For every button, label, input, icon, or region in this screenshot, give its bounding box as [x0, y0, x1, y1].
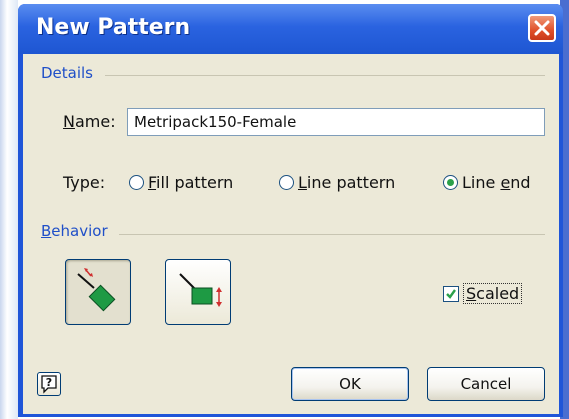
behavior-group-label: Behavior [41, 222, 108, 240]
dialog-body: Details Name: Type: Fill pattern Line pa… [23, 54, 559, 414]
line-end-label[interactable]: Line end [462, 173, 531, 192]
background-window [0, 0, 18, 419]
cancel-button[interactable]: Cancel [427, 367, 545, 401]
title-bar[interactable]: New Pattern [18, 4, 563, 54]
type-label: Type: [63, 173, 106, 192]
line-pattern-radio[interactable] [279, 175, 294, 190]
fill-pattern-label[interactable]: Fill pattern [148, 173, 233, 192]
scaled-label[interactable]: Scaled [463, 283, 523, 304]
name-label: Name: [63, 112, 116, 131]
details-divider [105, 75, 545, 76]
svg-text:?: ? [46, 376, 52, 389]
close-button[interactable] [528, 14, 556, 42]
behavior-upright-button[interactable] [165, 259, 231, 325]
close-icon [534, 20, 550, 36]
checkmark-icon [446, 289, 456, 299]
behavior-oriented-button[interactable] [65, 259, 131, 325]
details-group-label: Details [41, 64, 94, 82]
scaled-checkbox[interactable] [443, 286, 459, 302]
ok-button[interactable]: OK [291, 367, 409, 401]
help-icon: ? [41, 375, 57, 394]
new-pattern-dialog: New Pattern Details Name: Type: Fill pat… [18, 4, 563, 417]
name-input[interactable] [127, 108, 545, 136]
line-pattern-label[interactable]: Line pattern [298, 173, 395, 192]
fill-pattern-radio[interactable] [129, 175, 144, 190]
upright-end-icon [179, 273, 222, 307]
behavior-divider [119, 234, 545, 235]
radio-selected-dot [447, 179, 454, 186]
dialog-title: New Pattern [36, 15, 191, 40]
oriented-end-icon [77, 268, 116, 312]
help-button[interactable]: ? [37, 372, 61, 396]
line-end-radio[interactable] [443, 175, 458, 190]
